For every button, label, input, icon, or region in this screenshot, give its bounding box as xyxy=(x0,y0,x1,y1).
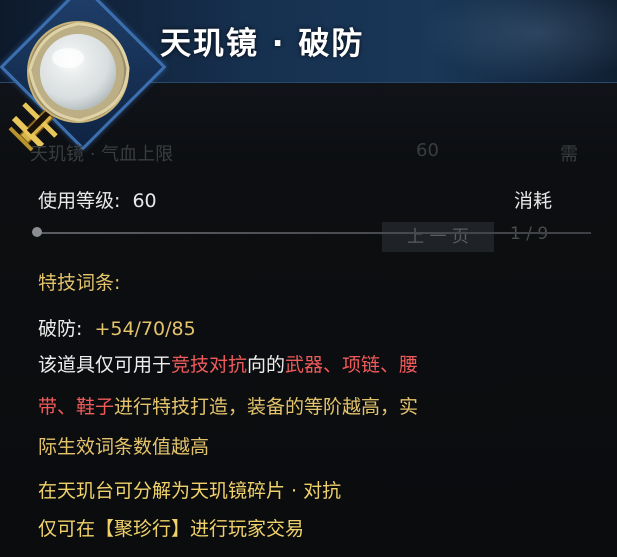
stat-line: 破防: +54/70/85 xyxy=(38,314,196,341)
divider-track xyxy=(36,232,591,234)
desc-line-3: 际生效词条数值越高 xyxy=(38,436,210,458)
ghost-prev-page-button: 上 一 页 xyxy=(382,222,494,252)
stat-value: +54/70/85 xyxy=(94,318,196,340)
desc-2b: 进行特技打造，装备的等阶越高，实 xyxy=(114,396,419,418)
desc-line-4: 在天玑台可分解为天玑镜碎片 · 对抗 xyxy=(38,480,342,502)
use-level-value: 60 xyxy=(132,190,157,212)
ghost-item-name: 天玑镜 · 气血上限 xyxy=(30,144,174,165)
desc-line-5: 仅可在【聚珍行】进行玩家交易 xyxy=(38,518,305,540)
desc-1b: 竞技对抗 xyxy=(171,354,248,376)
item-title: 天玑镜 · 破防 xyxy=(160,26,365,62)
header-glow xyxy=(420,0,617,82)
desc-1d: 武器、项链、腰 xyxy=(285,354,419,376)
ghost-page-number: 1 / 9 xyxy=(510,224,549,244)
ghost-item-value: 60 xyxy=(416,140,439,161)
item-tooltip: 天玑镜 · 破防 天玑镜 · 气血上限 60 需 使用等级: 60 消耗 上 一… xyxy=(0,0,617,557)
consume-label: 消耗 xyxy=(514,190,553,212)
desc-2a: 带、鞋子 xyxy=(38,396,115,418)
desc-line-1: 该道具仅可用于竞技对抗向的武器、项链、腰 xyxy=(38,350,418,377)
desc-1c: 向的 xyxy=(247,354,286,376)
stat-label: 破防: xyxy=(38,318,83,340)
desc-line-2: 带、鞋子进行特技打造，装备的等阶越高，实 xyxy=(38,392,418,419)
section-label: 特技词条: xyxy=(38,272,121,294)
use-level-label: 使用等级: xyxy=(38,190,121,212)
mirror-icon xyxy=(8,21,130,152)
background-ghost-row: 天玑镜 · 气血上限 60 需 xyxy=(30,140,590,166)
divider-knob xyxy=(32,227,42,237)
use-level: 使用等级: 60 xyxy=(38,186,157,213)
ghost-item-right: 需 xyxy=(560,144,578,165)
desc-1a: 该道具仅可用于 xyxy=(38,354,172,376)
